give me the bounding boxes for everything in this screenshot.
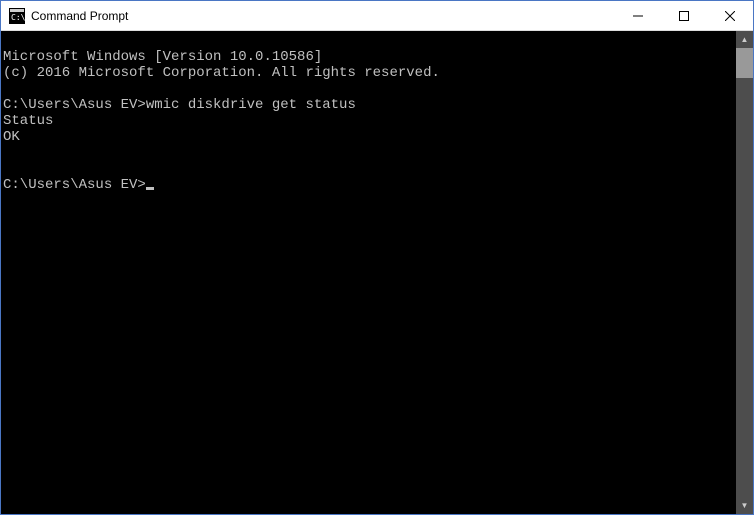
terminal-line: (c) 2016 Microsoft Corporation. All righ… [3, 65, 440, 81]
close-button[interactable] [707, 1, 753, 30]
terminal-prompt-line: C:\Users\Asus EV> [3, 177, 154, 193]
terminal-line: C:\Users\Asus EV>wmic diskdrive get stat… [3, 97, 356, 113]
terminal-line: Status [3, 113, 53, 129]
window-title: Command Prompt [31, 9, 615, 23]
titlebar[interactable]: C:\ Command Prompt [1, 1, 753, 31]
vertical-scrollbar[interactable]: ▲ ▼ [736, 31, 753, 514]
cmd-icon: C:\ [9, 8, 25, 24]
terminal-line: OK [3, 129, 20, 145]
svg-text:C:\: C:\ [11, 13, 25, 22]
terminal-output[interactable]: Microsoft Windows [Version 10.0.10586] (… [1, 31, 736, 514]
minimize-button[interactable] [615, 1, 661, 30]
scroll-thumb[interactable] [736, 48, 753, 78]
scroll-down-icon[interactable]: ▼ [736, 497, 753, 514]
terminal-area: Microsoft Windows [Version 10.0.10586] (… [1, 31, 753, 514]
scroll-up-icon[interactable]: ▲ [736, 31, 753, 48]
terminal-line: Microsoft Windows [Version 10.0.10586] [3, 49, 322, 65]
terminal-prompt: C:\Users\Asus EV> [3, 177, 146, 193]
window-controls [615, 1, 753, 30]
maximize-button[interactable] [661, 1, 707, 30]
cursor-icon [146, 187, 154, 190]
